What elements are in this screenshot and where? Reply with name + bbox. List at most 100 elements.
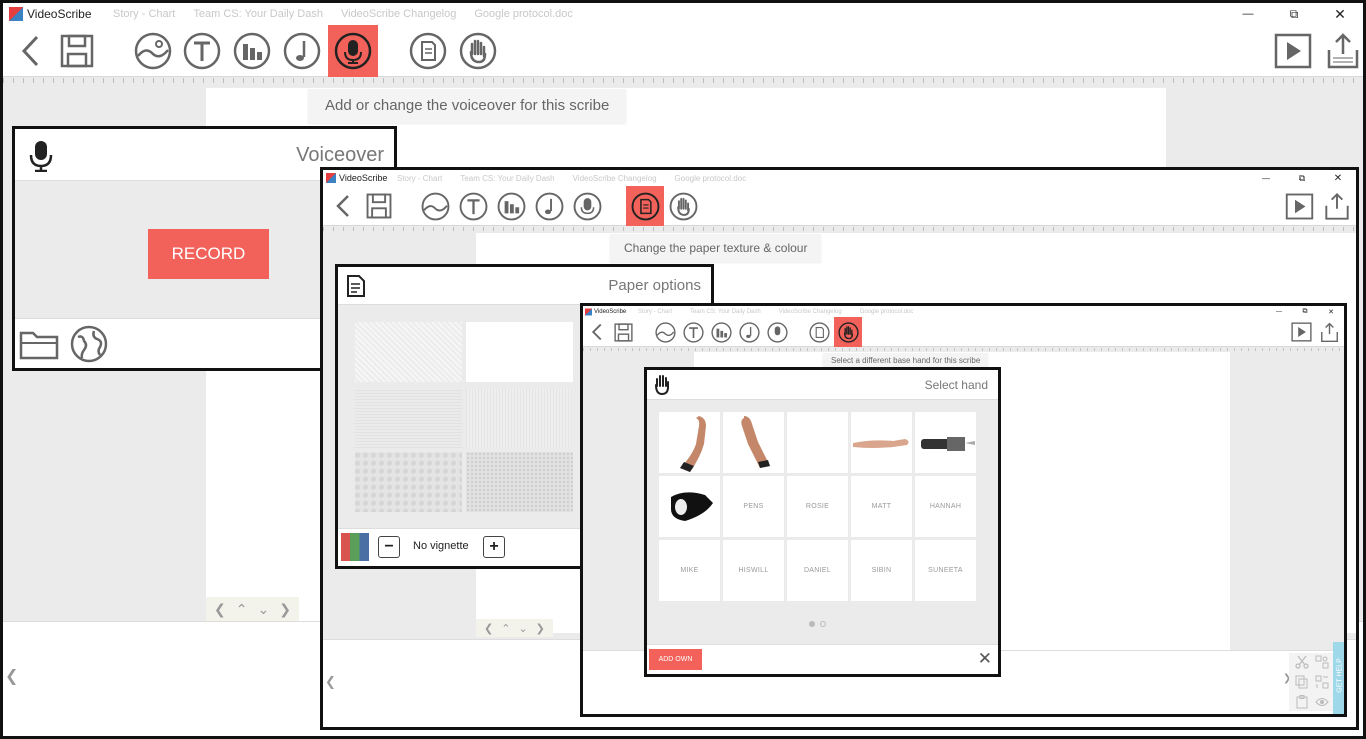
globe-icon[interactable] bbox=[70, 325, 108, 363]
hand-option[interactable]: MATT bbox=[851, 476, 912, 537]
page-dot[interactable] bbox=[820, 621, 826, 627]
voiceover-button[interactable] bbox=[571, 190, 603, 222]
save-button[interactable] bbox=[55, 29, 99, 73]
group-icon[interactable] bbox=[1315, 655, 1329, 669]
back-button[interactable] bbox=[587, 320, 607, 344]
eye-icon[interactable] bbox=[1315, 697, 1329, 707]
close-button[interactable]: ✕ bbox=[1317, 6, 1363, 23]
hand-button[interactable] bbox=[667, 190, 699, 222]
voiceover-button[interactable] bbox=[328, 25, 378, 77]
paper-panel-header: Paper options bbox=[338, 267, 711, 305]
close-button[interactable]: ✕ bbox=[1320, 173, 1356, 184]
paper-texture-swatch[interactable] bbox=[355, 452, 462, 512]
nav-up-icon[interactable]: ⌃ bbox=[236, 601, 248, 618]
hand-option[interactable]: PENS bbox=[723, 476, 784, 537]
get-help-tab[interactable]: GET HELP bbox=[1333, 642, 1344, 714]
minimize-button[interactable]: — bbox=[1225, 8, 1271, 20]
back-button[interactable] bbox=[11, 29, 51, 73]
hand-button[interactable] bbox=[834, 317, 862, 347]
play-button[interactable] bbox=[1289, 320, 1313, 344]
chart-button[interactable] bbox=[709, 320, 733, 344]
voiceover-button[interactable] bbox=[765, 320, 789, 344]
nav-right-icon[interactable]: ❯ bbox=[279, 601, 291, 618]
scissors-icon[interactable] bbox=[1295, 655, 1309, 669]
nav-left-icon[interactable]: ❮ bbox=[214, 601, 226, 618]
hand-option[interactable] bbox=[915, 412, 976, 473]
ghost-tab: Story - Chart bbox=[397, 173, 443, 183]
timeline-left-arrow[interactable]: ❮ bbox=[5, 666, 18, 686]
minimize-button[interactable]: — bbox=[1248, 174, 1284, 183]
hand-option[interactable] bbox=[659, 476, 720, 537]
export-button[interactable] bbox=[1317, 320, 1341, 344]
play-button[interactable] bbox=[1283, 190, 1315, 222]
text-button[interactable] bbox=[180, 29, 224, 73]
music-button[interactable] bbox=[280, 29, 324, 73]
hand-option[interactable] bbox=[787, 412, 848, 473]
hand-option[interactable]: DANIEL bbox=[787, 540, 848, 601]
export-button[interactable] bbox=[1321, 190, 1353, 222]
top-ruler bbox=[323, 227, 1356, 231]
play-button[interactable] bbox=[1271, 29, 1315, 73]
add-own-button[interactable]: ADD OWN bbox=[649, 649, 702, 670]
music-button[interactable] bbox=[737, 320, 761, 344]
vignette-plus-button[interactable]: + bbox=[483, 536, 505, 558]
nav-up-icon[interactable]: ⌃ bbox=[501, 622, 510, 635]
close-button[interactable]: ✕ bbox=[1318, 308, 1344, 316]
nav-down-icon[interactable]: ⌄ bbox=[257, 601, 269, 618]
text-button[interactable] bbox=[681, 320, 705, 344]
hand-option[interactable]: SIBIN bbox=[851, 540, 912, 601]
paper-button[interactable] bbox=[406, 29, 450, 73]
paper-texture-swatch[interactable] bbox=[466, 322, 573, 382]
hand-option[interactable] bbox=[659, 412, 720, 473]
minimize-button[interactable]: — bbox=[1266, 309, 1292, 315]
hand-option[interactable]: SUNEETA bbox=[915, 540, 976, 601]
paper-button[interactable] bbox=[626, 186, 664, 226]
window-controls: — ⧉ ✕ bbox=[1225, 3, 1363, 25]
nav-down-icon[interactable]: ⌄ bbox=[518, 622, 527, 635]
paper-texture-swatch[interactable] bbox=[466, 452, 573, 512]
title-bar: VideoScribe Story - Chart Team CS: Your … bbox=[323, 170, 1356, 186]
paste-icon[interactable] bbox=[1295, 695, 1309, 709]
record-button[interactable]: RECORD bbox=[148, 229, 269, 279]
save-button[interactable] bbox=[363, 190, 395, 222]
export-button[interactable] bbox=[1321, 29, 1363, 73]
nav-right-icon[interactable]: ❯ bbox=[536, 622, 545, 635]
paper-texture-swatch[interactable] bbox=[466, 388, 573, 448]
hand-option[interactable]: HISWILL bbox=[723, 540, 784, 601]
paper-texture-swatch[interactable] bbox=[355, 388, 462, 448]
paper-texture-swatch[interactable] bbox=[355, 322, 462, 382]
hand-button[interactable] bbox=[456, 29, 500, 73]
chart-button[interactable] bbox=[495, 190, 527, 222]
copy-icon[interactable] bbox=[1295, 675, 1309, 689]
close-icon[interactable]: ✕ bbox=[978, 649, 992, 669]
hand-option[interactable]: MIKE bbox=[659, 540, 720, 601]
hand-option[interactable]: HANNAH bbox=[915, 476, 976, 537]
window-controls: — ⧉ ✕ bbox=[1266, 306, 1344, 317]
chart-button[interactable] bbox=[230, 29, 274, 73]
text-t-icon bbox=[682, 321, 704, 343]
vignette-minus-button[interactable]: − bbox=[378, 536, 400, 558]
save-button[interactable] bbox=[611, 320, 635, 344]
maximize-button[interactable]: ⧉ bbox=[1292, 308, 1318, 316]
folder-icon[interactable] bbox=[19, 327, 61, 361]
hand-option[interactable] bbox=[851, 412, 912, 473]
paper-button[interactable] bbox=[807, 320, 831, 344]
music-button[interactable] bbox=[533, 190, 565, 222]
maximize-button[interactable]: ⧉ bbox=[1271, 7, 1317, 22]
timeline-left-arrow[interactable]: ❮ bbox=[325, 674, 336, 690]
vignette-label: No vignette bbox=[413, 540, 469, 552]
image-button[interactable] bbox=[653, 320, 677, 344]
back-button[interactable] bbox=[329, 190, 357, 222]
hand-option[interactable] bbox=[723, 412, 784, 473]
image-button[interactable] bbox=[419, 190, 451, 222]
export-icon bbox=[1327, 33, 1359, 69]
maximize-button[interactable]: ⧉ bbox=[1284, 173, 1320, 184]
ungroup-icon[interactable] bbox=[1315, 675, 1329, 689]
nav-left-icon[interactable]: ❮ bbox=[484, 622, 493, 635]
colour-swatch-button[interactable] bbox=[341, 533, 369, 561]
hand-option[interactable]: ROSIE bbox=[787, 476, 848, 537]
text-button[interactable] bbox=[457, 190, 489, 222]
page-dot-active[interactable] bbox=[809, 621, 815, 627]
ghost-tab: Team CS: Your Daily Dash bbox=[460, 173, 555, 183]
image-button[interactable] bbox=[131, 29, 175, 73]
